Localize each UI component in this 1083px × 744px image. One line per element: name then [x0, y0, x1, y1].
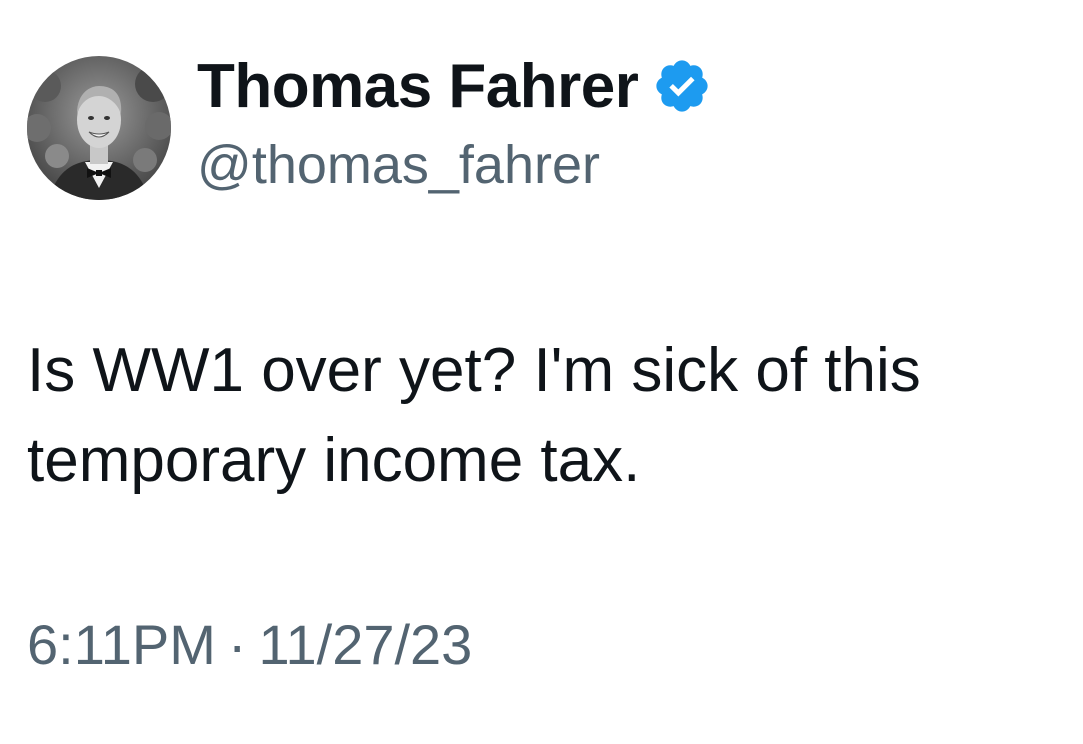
avatar[interactable]	[27, 56, 171, 200]
display-name[interactable]: Thomas Fahrer	[197, 51, 639, 122]
author-row: Thomas Fahrer	[197, 50, 712, 122]
tweet-card: Thomas Fahrer @thomas_fahrer Is WW1 over…	[0, 0, 1083, 744]
verified-badge-icon	[652, 56, 712, 116]
tweet-date[interactable]: 11/27/23	[259, 612, 473, 677]
tweet-text-line: Is WW1 over yet? I'm sick of this	[27, 336, 921, 405]
meta-separator: ·	[227, 613, 247, 676]
tweet-text: Is WW1 over yet? I'm sick of this tempor…	[27, 326, 1072, 506]
avatar-photo	[27, 56, 171, 200]
tweet-time[interactable]: 6:11PM	[27, 612, 216, 677]
tweet-text-line: temporary income tax.	[27, 426, 641, 495]
author-handle[interactable]: @thomas_fahrer	[197, 134, 600, 196]
tweet-timestamp: 6:11PM · 11/27/23	[27, 612, 472, 677]
